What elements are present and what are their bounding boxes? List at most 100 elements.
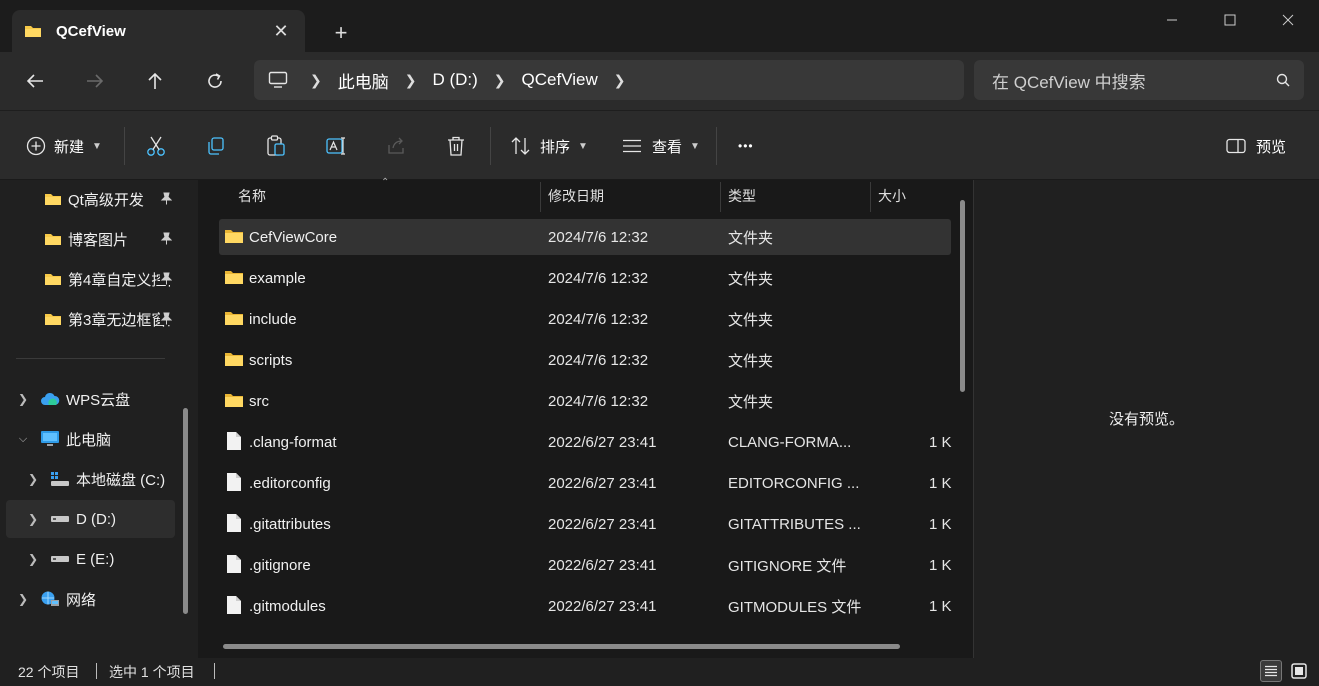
folder-icon [45,314,61,325]
file-date: 2022/6/27 23:41 [548,597,657,615]
trash-icon [448,136,464,156]
table-row[interactable]: .gitignore 2022/6/27 23:41 GITIGNORE 文件 … [219,547,952,583]
search-icon [1276,73,1290,87]
file-date: 2022/6/27 23:41 [548,515,657,533]
chevron-right-icon[interactable]: ❯ [26,512,40,526]
column-divider[interactable] [540,182,541,212]
breadcrumb-d-drive[interactable]: D (D:) [432,70,477,90]
sidebar-item-drive-e[interactable]: ❯ E (E:) [26,540,176,578]
file-type: CLANG-FORMA... [728,433,852,451]
details-view-button[interactable] [1260,660,1282,682]
search-box[interactable]: 在 QCefView 中搜索 [974,60,1304,100]
close-window-button[interactable] [1268,6,1308,34]
chevron-down-icon: ▼ [578,140,588,152]
this-pc-icon [268,71,288,88]
network-icon [41,591,59,606]
forward-button[interactable] [78,65,112,97]
chevron-down-icon[interactable]: ⌵ [16,433,30,446]
copy-button[interactable] [206,131,226,161]
table-row[interactable]: include 2024/7/6 12:32 文件夹 [219,301,951,337]
cut-button[interactable] [146,131,166,161]
chevron-right-icon[interactable]: ❯ [310,72,322,89]
column-header-date[interactable]: 修改日期 [548,180,604,212]
sidebar-item-chapter4[interactable]: 第4章自定义控件 [44,260,172,298]
arrow-right-icon [87,74,104,88]
address-bar[interactable]: ❯ 此电脑 ❯ D (D:) ❯ QCefView ❯ [254,60,964,100]
breadcrumb-qcefview[interactable]: QCefView [522,70,598,90]
refresh-icon [208,73,222,88]
table-row[interactable]: .gitattributes 2022/6/27 23:41 GITATTRIB… [219,506,952,542]
table-row[interactable]: CefViewCore 2024/7/6 12:32 文件夹 [219,219,951,255]
sidebar-item-drive-c[interactable]: ❯ 本地磁盘 (C:) [26,460,176,498]
file-name: src [249,392,269,410]
column-divider[interactable] [870,182,871,212]
chevron-right-icon[interactable]: ❯ [26,552,40,566]
windows-drive-icon [51,472,69,486]
sidebar-divider [16,358,165,359]
minimize-button[interactable] [1152,6,1192,34]
sidebar-scrollbar[interactable] [183,408,188,614]
more-options-button[interactable]: ••• [738,131,754,161]
file-type: 文件夹 [728,393,774,411]
sidebar-item-label: Qt高级开发 [68,191,144,209]
sidebar-item-chapter3[interactable]: 第3章无边框窗口 [44,300,172,338]
share-button[interactable] [386,131,406,161]
preview-pane-button[interactable]: 预览 [1226,131,1286,161]
file-date: 2022/6/27 23:41 [548,474,657,492]
file-type: 文件夹 [728,270,774,288]
chevron-right-icon[interactable]: ❯ [494,72,506,89]
column-divider[interactable] [720,182,721,212]
chevron-right-icon[interactable]: ❯ [16,592,30,606]
file-list-horizontal-scrollbar[interactable] [223,644,900,649]
table-row[interactable]: .editorconfig 2022/6/27 23:41 EDITORCONF… [219,465,952,501]
sidebar-item-this-pc[interactable]: ⌵ 此电脑 [16,420,176,458]
column-header-type[interactable]: 类型 [728,180,756,212]
sidebar-item-drive-d[interactable]: ❯ D (D:) [6,500,175,538]
plus-circle-icon [26,136,46,156]
file-date: 2024/7/6 12:32 [548,351,649,369]
close-tab-icon[interactable]: ✕ [269,19,293,43]
folder-icon [45,274,61,285]
chevron-right-icon[interactable]: ❯ [26,472,40,486]
up-button[interactable] [138,65,172,97]
sidebar-item-qt[interactable]: Qt高级开发 [44,180,172,218]
sidebar-item-wps[interactable]: ❯ WPS云盘 [16,380,176,418]
refresh-button[interactable] [198,65,232,97]
chevron-right-icon[interactable]: ❯ [16,392,30,406]
file-icon [227,555,241,573]
table-row[interactable]: .clang-format 2022/6/27 23:41 CLANG-FORM… [219,424,952,460]
breadcrumb-this-pc[interactable]: 此电脑 [338,68,389,93]
chevron-down-icon: ▼ [92,140,102,152]
cloud-icon [41,392,60,405]
tiles-view-button[interactable] [1288,660,1310,682]
table-row[interactable]: example 2024/7/6 12:32 文件夹 [219,260,951,296]
file-date: 2022/6/27 23:41 [548,556,657,574]
maximize-button[interactable] [1210,6,1250,34]
rename-button[interactable] [326,131,348,161]
new-label: 新建 [54,138,85,156]
column-header-name[interactable]: 名称 [238,180,266,212]
file-name: .gitattributes [249,515,331,533]
table-row[interactable]: src 2024/7/6 12:32 文件夹 [219,383,951,419]
chevron-right-icon[interactable]: ❯ [614,72,626,89]
column-header-size[interactable]: 大小 [878,180,906,212]
pin-icon [160,192,172,205]
status-bar: 22 个项目 选中 1 个项目 [0,658,1319,686]
delete-button[interactable] [446,131,466,161]
tab-qcefview[interactable]: QCefView ✕ [12,10,305,52]
view-button[interactable]: 查看 ▼ [622,131,700,161]
sidebar-item-blog-images[interactable]: 博客图片 [44,220,172,258]
back-button[interactable] [18,65,52,97]
table-row[interactable]: scripts 2024/7/6 12:32 文件夹 [219,342,951,378]
new-button[interactable]: 新建 ▼ [26,131,102,161]
search-input[interactable]: 在 QCefView 中搜索 [992,68,1276,93]
table-row[interactable]: .gitmodules 2022/6/27 23:41 GITMODULES 文… [219,588,952,624]
sidebar-item-network[interactable]: ❯ 网络 [16,580,176,618]
paste-button[interactable] [266,131,286,161]
sort-button[interactable]: 排序 ▼ [510,131,588,161]
file-name: .clang-format [249,433,337,451]
chevron-right-icon[interactable]: ❯ [405,72,417,89]
preview-pane-icon [1226,138,1246,154]
file-list-vertical-scrollbar[interactable] [960,200,965,392]
new-tab-button[interactable]: + [326,18,356,48]
